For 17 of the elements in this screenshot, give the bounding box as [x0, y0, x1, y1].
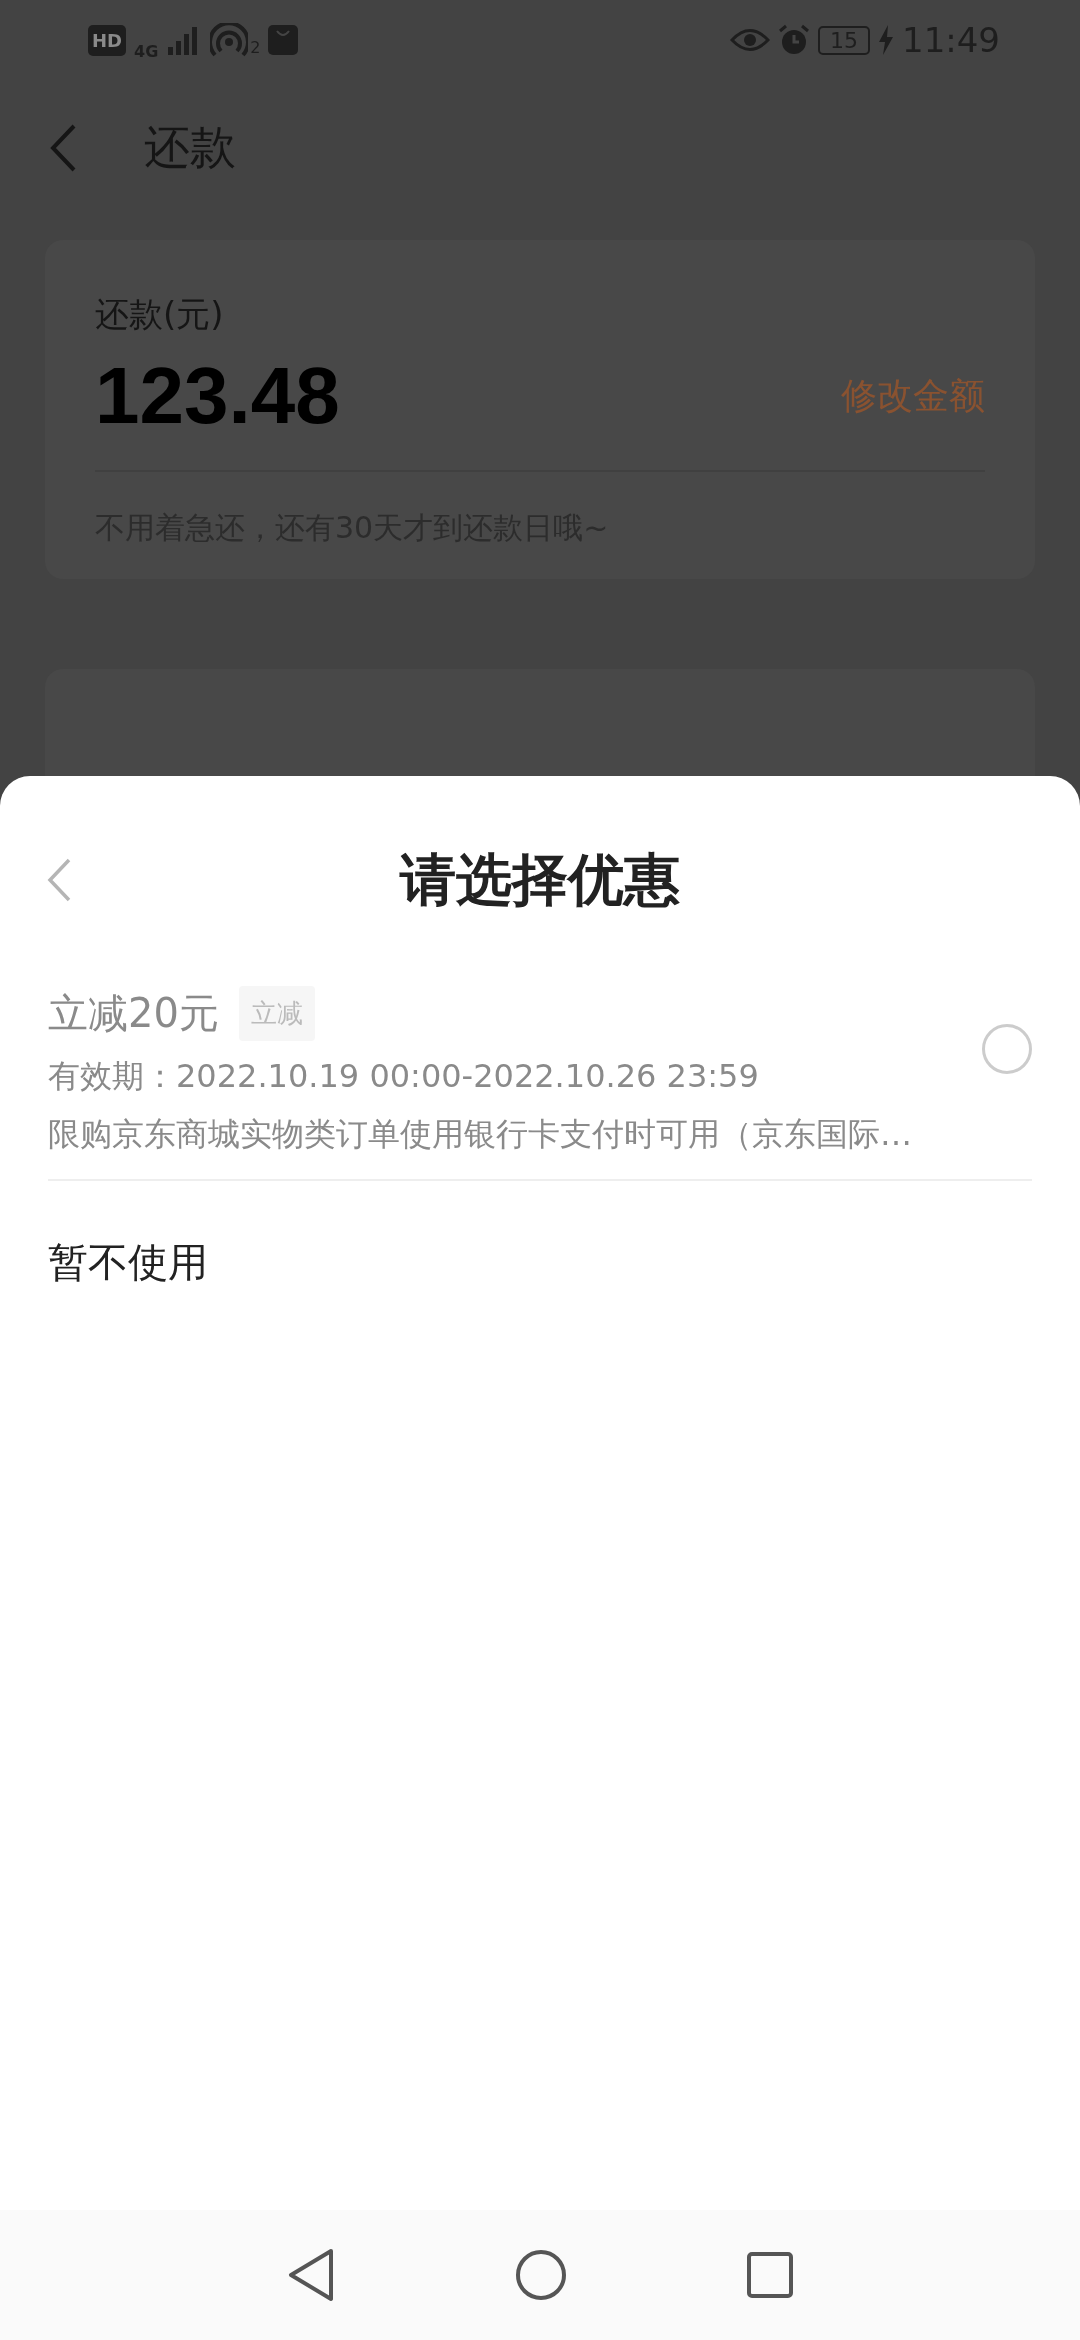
coupon-tag: 立减 [238, 986, 315, 1041]
hd-badge: HD [88, 24, 126, 56]
hotspot-icon [210, 23, 249, 57]
charging-icon [878, 25, 894, 55]
coupon-description: 限购京东商城实物类订单使用银行卡支付时可用（京东国际… [48, 1114, 912, 1155]
eye-icon [730, 27, 770, 53]
recents-nav-icon[interactable] [747, 2252, 793, 2298]
no-coupon-option[interactable]: 暂不使用 [48, 1235, 208, 1290]
coupon-title: 立减20元 [48, 989, 219, 1038]
validity-period: 有效期：2022.10.19 00:00-2022.10.26 23:59 [48, 1056, 760, 1097]
back-nav-icon[interactable] [287, 2248, 335, 2302]
sheet-title: 请选择优惠 [400, 846, 680, 914]
app-store-icon [268, 25, 299, 55]
amount-value: 123.48 [95, 350, 340, 442]
alarm-icon [778, 24, 810, 56]
home-nav-icon[interactable] [515, 2249, 567, 2301]
radio-button[interactable] [982, 1023, 1032, 1074]
